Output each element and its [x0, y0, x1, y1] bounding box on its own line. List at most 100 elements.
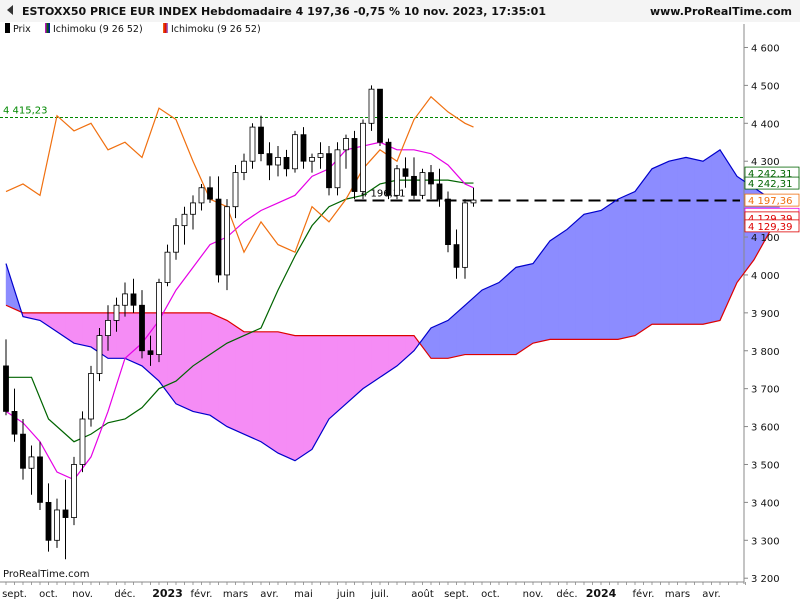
cloud-segment — [401, 335, 406, 363]
price-tag-box — [744, 219, 800, 233]
candle-body — [122, 293, 128, 306]
candle-body — [385, 141, 392, 196]
cloud-segment — [532, 257, 538, 344]
cloud-segment — [566, 225, 572, 340]
x-tick-label: févr. — [633, 588, 655, 600]
candle-body — [428, 172, 434, 185]
cloud-segment — [337, 335, 342, 412]
legend-item-price[interactable]: Prix — [5, 23, 31, 35]
cloud-segment — [405, 335, 410, 359]
ichimoku-chart[interactable]: 4 415,234 196,31 4 6004 5004 4004 3004 2… — [0, 0, 800, 600]
candle-body — [266, 153, 273, 166]
cloud-segment — [753, 187, 759, 261]
cloud-segment — [273, 331, 279, 454]
cloud-segment — [413, 334, 419, 352]
x-tick-label: juil. — [370, 589, 389, 600]
y-tick-label: 3 800 — [751, 347, 780, 358]
cloud-segment — [664, 160, 670, 325]
candle-body — [334, 149, 341, 189]
cloud-segment — [48, 312, 53, 330]
cloud-segment — [320, 335, 325, 435]
cloud-segment — [681, 157, 687, 325]
price-tag-box — [744, 176, 800, 190]
cloud-segment — [61, 312, 66, 338]
legend-swatch — [45, 23, 50, 33]
grid — [0, 24, 745, 584]
candle-body — [45, 501, 52, 541]
cloud-segment — [443, 320, 449, 359]
cloud-segment — [494, 282, 500, 355]
cloud-segment — [205, 312, 211, 416]
price-tag-label: 4 129,39 — [748, 222, 793, 233]
y-tick-label: 4 300 — [751, 157, 780, 168]
y-tick-label: 4 400 — [751, 119, 780, 130]
cloud-segment — [39, 312, 45, 324]
cloud-segment — [371, 335, 376, 384]
candle-body — [275, 157, 281, 166]
x-tick-label: oct. — [39, 589, 58, 600]
cloud-segment — [469, 297, 474, 355]
candle-body — [258, 126, 264, 155]
candle-body — [283, 157, 290, 170]
price-tag-label: 4 197,36 — [748, 196, 793, 207]
y-tick-label: 3 700 — [751, 385, 780, 396]
cloud-segment — [596, 210, 602, 340]
nav-arrow-icon[interactable] — [4, 4, 16, 16]
cloud-segment — [307, 335, 313, 453]
cloud-segment — [35, 312, 41, 321]
cloud-segment — [112, 312, 117, 359]
cloud-segment — [651, 166, 657, 325]
cloud-segment — [243, 331, 249, 437]
cloud-segment — [214, 314, 219, 422]
price-tags: 4 242,314 242,31 4 197,36 4 160,004 129,39… — [744, 166, 800, 233]
cloud-segment — [22, 312, 28, 318]
cloud-segment — [265, 331, 270, 448]
candle-body — [232, 172, 239, 208]
cloud-segment — [634, 185, 640, 336]
x-tick-label: avr. — [260, 589, 278, 600]
cloud-segment — [150, 312, 155, 378]
cloud-segment — [473, 293, 478, 355]
candle-body — [37, 456, 43, 503]
cloud-segment — [622, 195, 627, 339]
cloud-segment — [209, 312, 215, 419]
cloud-segment — [430, 325, 436, 359]
cloud-segment — [617, 196, 623, 340]
price-tag-label: 4 129,39 — [748, 214, 793, 225]
x-tick-label: déc. — [556, 588, 577, 600]
cloud-segment — [18, 303, 24, 317]
cloud-segment — [10, 276, 15, 310]
x-tick-label: nov. — [72, 589, 93, 600]
brand-link[interactable]: www.ProRealTime.com — [650, 5, 792, 18]
candle-body — [419, 172, 426, 196]
candle-body — [198, 187, 205, 204]
senkou-span-a-line — [5, 148, 780, 462]
x-tick-label: déc. — [114, 588, 135, 600]
cloud-segment — [239, 328, 245, 435]
cloud-segment — [605, 204, 610, 340]
cloud-segment — [222, 318, 228, 427]
x-tick-label: août — [411, 588, 434, 600]
candle-body — [11, 411, 18, 435]
candle-body — [462, 202, 468, 268]
cloud-segment — [260, 331, 266, 445]
candle-body — [326, 153, 332, 189]
cloud-segment — [99, 312, 104, 356]
axes: 4 600 4 500 4 400 4 300 4 200 4 100 4 000 3 900… — [2, 43, 780, 600]
candle-body — [411, 175, 417, 196]
cloud-segment — [231, 322, 236, 431]
x-tick-label: sept. — [444, 589, 469, 600]
candle-body — [181, 213, 188, 227]
cloud-segment — [95, 312, 100, 354]
cloud-segment — [358, 335, 364, 393]
cloud-segment — [163, 312, 168, 394]
legend-item-ichimoku-1[interactable]: Ichimoku (9 26 52) — [45, 23, 143, 35]
cloud-segment — [694, 159, 699, 325]
candles — [3, 85, 477, 560]
cloud-segment — [630, 191, 636, 337]
candle-body — [156, 282, 162, 355]
cloud-segment — [248, 331, 253, 439]
candle-body — [368, 88, 375, 124]
cloud-segment — [103, 312, 109, 359]
legend-item-ichimoku-2[interactable]: Ichimoku (9 26 52) — [163, 23, 261, 35]
